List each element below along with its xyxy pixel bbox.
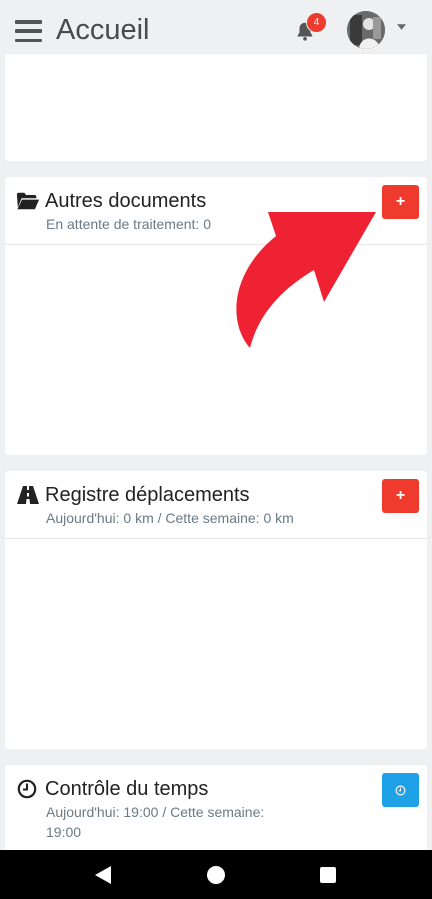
android-navigation-bar (0, 850, 432, 899)
page-title: Accueil (56, 14, 150, 46)
time-card-subtitle: Aujourd'hui: 19:00 / Cette semaine: 19:0… (46, 804, 265, 840)
time-tracking-button[interactable] (382, 773, 419, 807)
avatar[interactable] (347, 11, 385, 49)
hamburger-menu-icon[interactable] (15, 20, 42, 42)
back-triangle-icon[interactable] (95, 866, 111, 884)
road-icon (17, 486, 39, 504)
home-circle-icon[interactable] (207, 866, 225, 884)
time-card-header: Contrôle du temps Aujourd'hui: 19:00 / C… (5, 765, 427, 840)
trips-card-title: Registre déplacements (45, 484, 250, 506)
notification-count-badge[interactable]: 4 (306, 12, 327, 33)
documents-card-subtitle: En attente de traitement: 0 (46, 216, 211, 232)
curved-arrow-annotation (236, 212, 376, 348)
clock-icon (17, 779, 37, 799)
clock-icon (395, 785, 406, 795)
folder-open-icon (16, 192, 40, 210)
trips-card-subtitle: Aujourd'hui: 0 km / Cette semaine: 0 km (46, 510, 294, 526)
top-header: Accueil 4 (0, 0, 432, 58)
add-trip-button[interactable]: + (382, 479, 419, 513)
app-screen: Accueil 4 Autres documents En attente de… (0, 0, 432, 899)
caret-down-icon[interactable] (397, 24, 406, 30)
time-card-title: Contrôle du temps (45, 778, 209, 800)
recent-apps-square-icon[interactable] (320, 867, 336, 883)
trips-card-header: Registre déplacements Aujourd'hui: 0 km … (5, 471, 427, 539)
documents-card-title: Autres documents (45, 190, 207, 212)
trips-card: Registre déplacements Aujourd'hui: 0 km … (5, 471, 427, 749)
empty-card (5, 53, 427, 161)
